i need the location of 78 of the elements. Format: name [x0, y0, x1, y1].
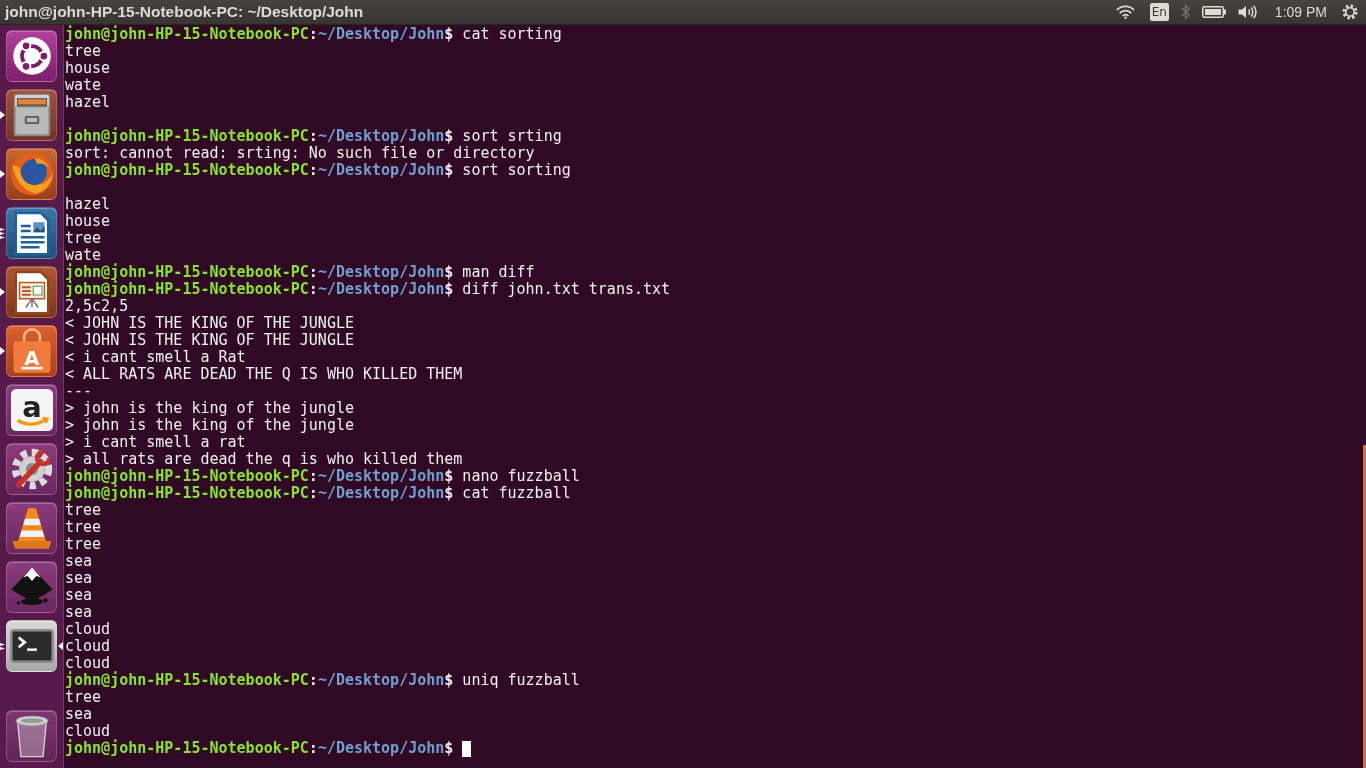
traffic-cone-icon — [10, 506, 53, 550]
launcher-button[interactable] — [5, 443, 58, 495]
file-cabinet-icon — [12, 93, 51, 137]
output-line: < ALL RATS ARE DEAD THE Q IS WHO KILLED THEM — [65, 366, 463, 383]
output-line: < i cant smell a Rat — [65, 349, 246, 366]
output-line: house — [65, 213, 111, 230]
output-line: sea — [65, 553, 93, 570]
output-line: hazel — [65, 196, 111, 213]
ring-logo-icon — [11, 36, 52, 76]
clock-text[interactable]: 1:09 PM — [1274, 4, 1327, 20]
output-line: wate — [65, 247, 102, 264]
shell-prompt: john@john-HP-15-Notebook-PC:~/Desktop/John$ — [65, 264, 454, 281]
presentation-icon — [12, 269, 51, 315]
output-line: cloud — [65, 638, 111, 655]
shell-prompt: john@john-HP-15-Notebook-PC:~/Desktop/John$ — [65, 468, 454, 485]
launcher-button[interactable] — [5, 89, 58, 141]
output-line: hazel — [65, 94, 111, 111]
launcher-button[interactable] — [5, 266, 58, 318]
speaker-volume-icon[interactable] — [1237, 5, 1258, 19]
launcher-button[interactable] — [5, 710, 58, 762]
output-line: tree — [65, 502, 102, 519]
ink-mountain-icon — [9, 566, 54, 608]
shell-prompt: john@john-HP-15-Notebook-PC:~/Desktop/John$ — [65, 26, 454, 43]
output-line: tree — [65, 689, 102, 706]
output-line: < JOHN IS THE KING OF THE JUNGLE — [65, 315, 354, 332]
shell-prompt: john@john-HP-15-Notebook-PC:~/Desktop/John$ — [65, 672, 454, 689]
document-icon — [12, 210, 51, 256]
window-title: john@john-HP-15-Notebook-PC: ~/Desktop/John — [3, 3, 364, 21]
output-line: cloud — [65, 621, 111, 638]
command-text: uniq fuzzball — [462, 672, 580, 689]
shell-prompt: john@john-HP-15-Notebook-PC:~/Desktop/John$ — [65, 485, 454, 502]
output-line: > i cant smell a rat — [65, 434, 246, 451]
command-text: nano fuzzball — [462, 468, 580, 485]
output-line: 2,5c2,5 — [65, 298, 129, 315]
command-text: diff john.txt trans.txt — [462, 281, 671, 298]
wifi-icon[interactable] — [1115, 5, 1135, 19]
trash-can-icon — [14, 714, 49, 758]
output-line: sea — [65, 570, 93, 587]
output-line: tree — [65, 519, 102, 536]
launcher-button[interactable] — [5, 30, 58, 82]
output-line: sort: cannot read: srting: No such file or directory — [65, 145, 535, 162]
command-text: man diff — [462, 264, 535, 281]
launcher-button[interactable] — [5, 620, 58, 672]
scrollbar-thumb[interactable] — [1363, 445, 1366, 768]
shell-prompt: john@john-HP-15-Notebook-PC:~/Desktop/John$ — [65, 281, 454, 298]
terminal-icon — [9, 629, 54, 663]
launcher-button[interactable] — [5, 207, 58, 259]
output-line: sea — [65, 604, 93, 621]
output-line: cloud — [65, 655, 111, 672]
output-line: > john is the king of the jungle — [65, 400, 354, 417]
output-line: > john is the king of the jungle — [65, 417, 354, 434]
launcher-button[interactable] — [5, 148, 58, 200]
launcher-button[interactable] — [5, 502, 58, 554]
output-line: tree — [65, 230, 102, 247]
globe-icon — [9, 152, 54, 196]
keyboard-layout-indicator[interactable]: En — [1149, 3, 1169, 21]
output-line: cloud — [65, 723, 111, 740]
shell-prompt: john@john-HP-15-Notebook-PC:~/Desktop/John$ — [65, 128, 454, 145]
launcher-button[interactable] — [5, 561, 58, 613]
output-line: > all rats are dead the q is who killed them — [65, 451, 463, 468]
bluetooth-icon[interactable] — [1180, 4, 1190, 20]
command-text: cat sorting — [462, 26, 562, 43]
output-line: sea — [65, 706, 93, 723]
output-line: house — [65, 60, 111, 77]
shell-prompt: john@john-HP-15-Notebook-PC:~/Desktop/John$ — [65, 162, 454, 179]
output-line: sea — [65, 587, 93, 604]
output-line: < JOHN IS THE KING OF THE JUNGLE — [65, 332, 354, 349]
output-line: --- — [65, 383, 93, 400]
command-text: cat fuzzball — [462, 485, 571, 502]
output-line: wate — [65, 77, 102, 94]
battery-icon[interactable] — [1201, 6, 1226, 18]
output-line: tree — [65, 43, 102, 60]
gear-wrench-icon — [9, 447, 54, 491]
shell-prompt: john@john-HP-15-Notebook-PC:~/Desktop/John$ — [65, 740, 454, 757]
command-text: sort sorting — [462, 162, 571, 179]
command-text: sort srting — [462, 128, 562, 145]
output-line: tree — [65, 536, 102, 553]
gear-icon[interactable] — [1342, 4, 1358, 20]
